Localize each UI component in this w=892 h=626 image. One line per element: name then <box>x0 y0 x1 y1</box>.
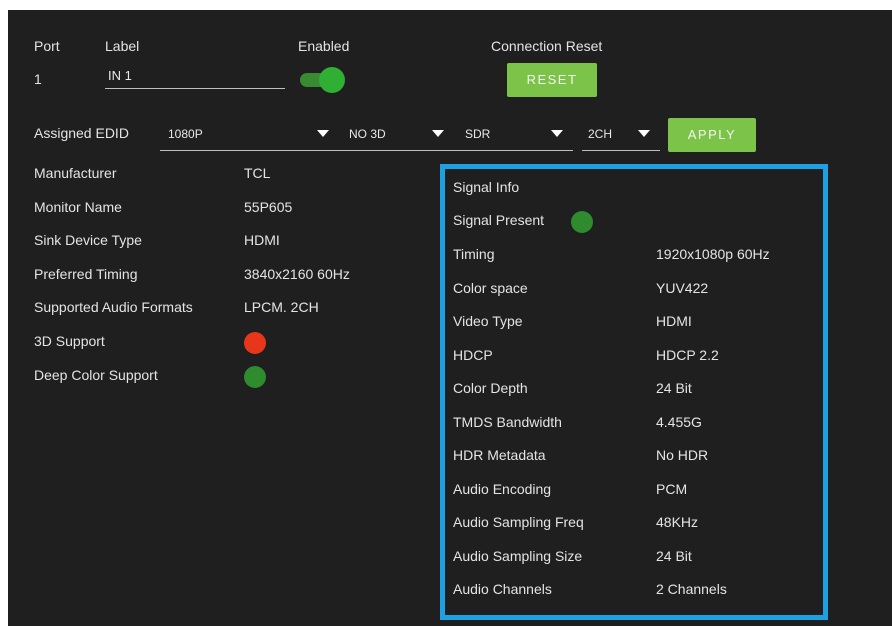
sink-info-value: 55P605 <box>244 198 293 215</box>
sink-info-label: Monitor Name <box>34 198 122 215</box>
sink-info-value: 3840x2160 60Hz <box>244 265 350 282</box>
3d-support-label: 3D Support <box>34 333 105 349</box>
signal-info-value: 2 Channels <box>656 581 727 597</box>
edid-3d-value: NO 3D <box>349 127 386 141</box>
signal-info-label: Audio Encoding <box>453 480 552 497</box>
signal-info-label: HDR Metadata <box>453 447 546 463</box>
signal-info-label: Color space <box>453 279 528 296</box>
signal-info-value: HDCP 2.2 <box>656 346 719 363</box>
signal-info-value: No HDR <box>656 447 709 463</box>
enabled-toggle[interactable] <box>300 66 348 94</box>
edid-audio-value: 2CH <box>588 127 613 141</box>
edid-3d-select[interactable]: NO 3D <box>341 120 457 152</box>
signal-info-label: Color Depth <box>453 380 528 396</box>
signal-info-label: HDCP <box>453 346 493 363</box>
assigned-edid-label: Assigned EDID <box>34 125 129 141</box>
chevron-down-icon <box>432 130 444 137</box>
signal-present-label: Signal Present <box>453 212 545 228</box>
enabled-header: Enabled <box>298 38 350 54</box>
signal-info-title: Signal Info <box>453 179 520 195</box>
edid-resolution-select[interactable]: 1080P <box>160 120 341 152</box>
port-header: Port <box>34 38 60 54</box>
edid-audio-select[interactable]: 2CH <box>582 120 660 152</box>
select-underline <box>341 150 457 151</box>
select-underline <box>582 150 660 151</box>
signal-info-value: HDMI <box>656 313 692 329</box>
signal-info-label: Audio Sampling Freq <box>453 514 584 530</box>
signal-info-value: 48KHz <box>656 514 699 530</box>
chevron-down-icon <box>638 130 650 137</box>
signal-present-indicator <box>571 211 593 233</box>
sink-info-label: Preferred Timing <box>34 265 138 282</box>
sink-info-value: LPCM. 2CH <box>244 299 319 315</box>
3d-support-status-indicator <box>244 332 266 354</box>
signal-info-value: 4.455G <box>656 413 702 430</box>
signal-info-box: Signal Info Signal Present Timing 1920x10… <box>440 164 828 620</box>
label-input-value: IN 1 <box>108 68 132 83</box>
signal-info-value: 24 Bit <box>656 547 692 564</box>
connection-reset-header: Connection Reset <box>491 38 603 54</box>
signal-info-value: 1920x1080p 60Hz <box>656 246 770 262</box>
signal-info-label: Audio Sampling Size <box>453 547 583 564</box>
signal-info-label: Timing <box>453 246 495 262</box>
edid-hdr-select[interactable]: SDR <box>457 120 573 152</box>
signal-info-value: YUV422 <box>656 279 709 296</box>
label-header: Label <box>105 38 140 54</box>
sink-info-label: Sink Device Type <box>34 232 142 248</box>
edid-resolution-value: 1080P <box>168 127 203 141</box>
select-underline <box>160 150 341 151</box>
label-input-underline <box>105 88 285 89</box>
sink-info-label: Manufacturer <box>34 165 117 181</box>
apply-button[interactable]: APPLY <box>668 118 756 152</box>
edid-hdr-value: SDR <box>465 127 491 141</box>
port-number: 1 <box>34 71 42 87</box>
deep-color-support-label: Deep Color Support <box>34 367 158 383</box>
deep-color-status-indicator <box>244 366 266 388</box>
signal-info-value: 24 Bit <box>656 380 692 396</box>
toggle-knob <box>319 67 345 93</box>
sink-info-label: Supported Audio Formats <box>34 299 193 315</box>
select-underline <box>457 150 573 151</box>
label-input[interactable]: IN 1 <box>105 64 285 90</box>
signal-info-label: Video Type <box>453 313 523 329</box>
port-settings-panel: Port 1 Label IN 1 Enabled Connection Res… <box>8 10 892 626</box>
signal-info-label: Audio Channels <box>453 581 552 597</box>
signal-info-label: TMDS Bandwidth <box>453 413 562 430</box>
signal-info-value: PCM <box>656 480 688 497</box>
sink-info-value: HDMI <box>244 232 280 248</box>
reset-button[interactable]: RESET <box>507 63 597 97</box>
chevron-down-icon <box>551 130 563 137</box>
sink-info-value: TCL <box>244 165 271 181</box>
chevron-down-icon <box>317 130 329 137</box>
